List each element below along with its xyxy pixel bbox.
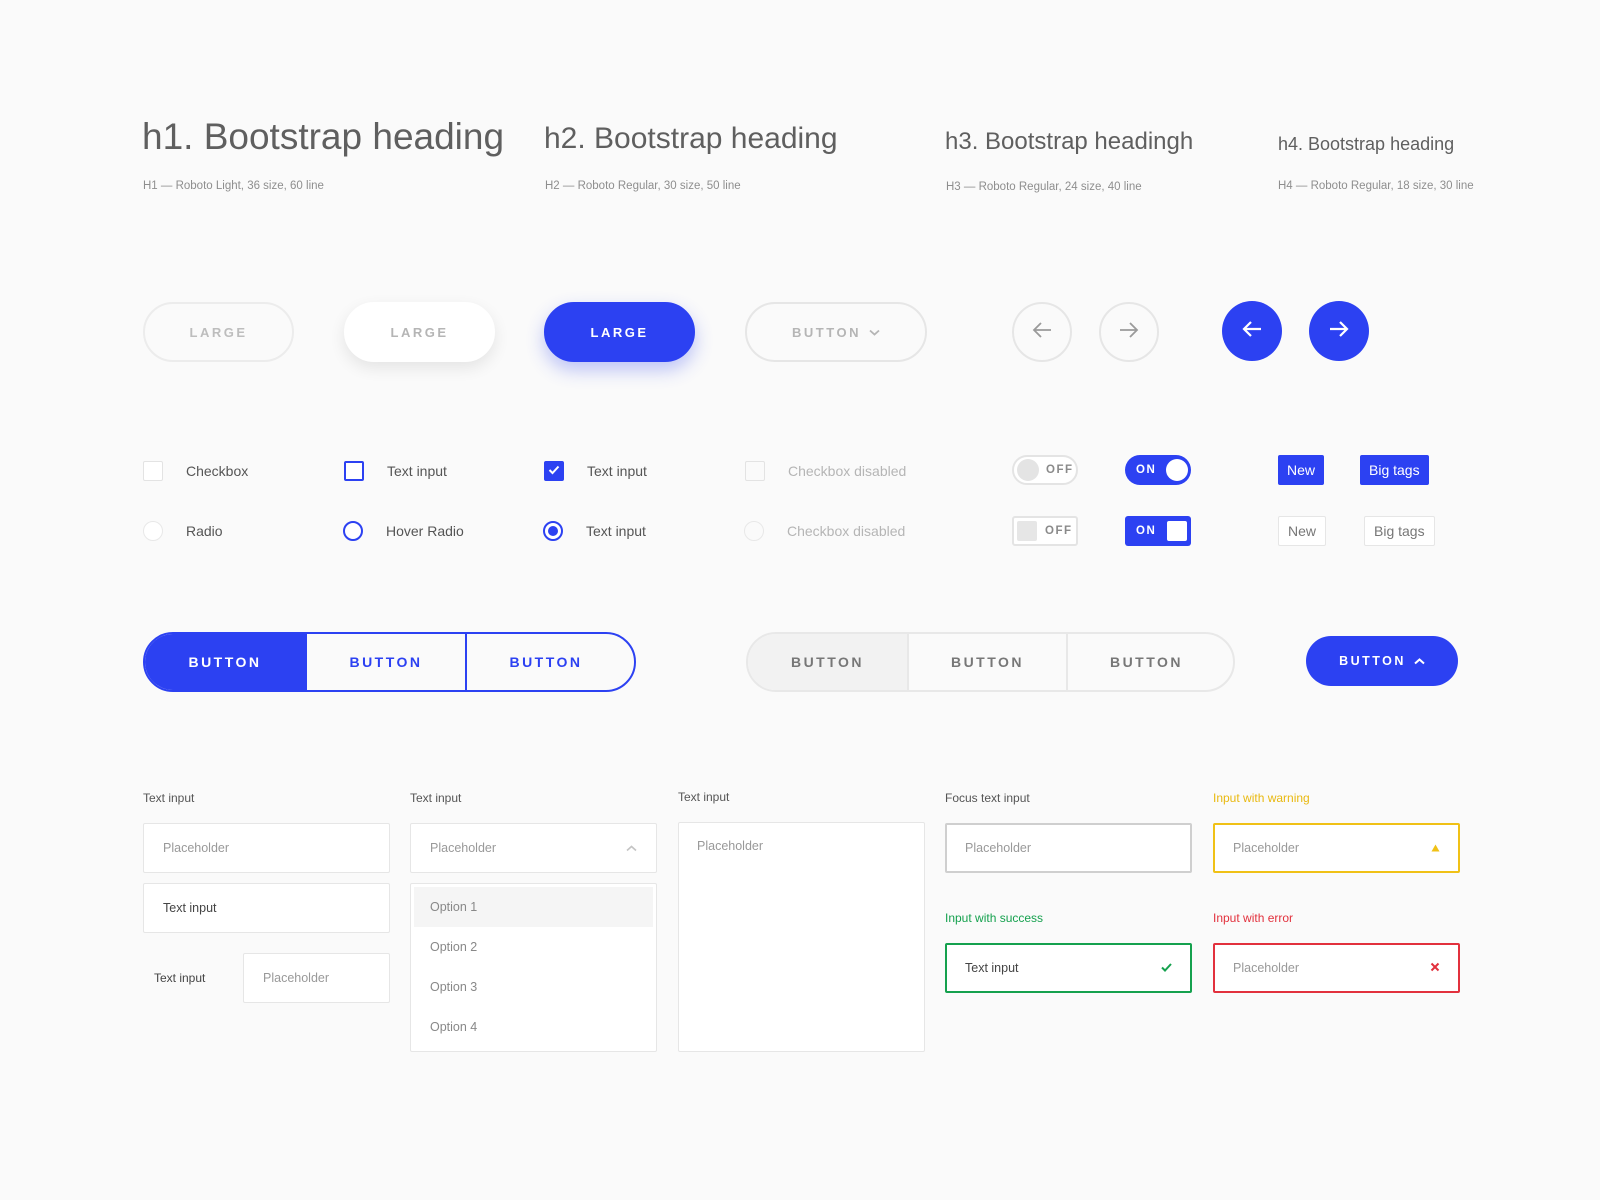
select-option[interactable]: Option 3 <box>414 967 653 1007</box>
textarea-label: Text input <box>678 790 730 804</box>
tag-big-filled[interactable]: Big tags <box>1360 455 1429 485</box>
chevron-up-icon <box>626 841 637 855</box>
toggle-knob <box>1167 521 1187 541</box>
toggle-off-round[interactable]: OFF <box>1012 455 1078 485</box>
select-option[interactable]: Option 1 <box>414 887 653 927</box>
checkbox-disabled <box>745 461 765 481</box>
h4-caption: H4 — Roboto Regular, 18 size, 30 line <box>1278 180 1474 192</box>
checkbox-hover-label: Text input <box>387 463 447 479</box>
checkbox-checked[interactable] <box>544 461 564 481</box>
toggle-on-label: ON <box>1136 464 1157 476</box>
error-input-placeholder: Placeholder <box>1233 961 1300 975</box>
toggle-knob <box>1166 459 1188 481</box>
checkbox-disabled-label: Checkbox disabled <box>788 463 907 479</box>
warning-triangle-icon <box>1431 841 1440 855</box>
checkbox-hover[interactable] <box>344 461 364 481</box>
segmented-secondary: BUTTON BUTTON BUTTON <box>746 632 1235 692</box>
segment-button-2[interactable]: BUTTON <box>907 634 1066 690</box>
text-input-filled[interactable]: Text input <box>143 883 390 933</box>
tag-new-filled[interactable]: New <box>1278 455 1325 485</box>
close-icon <box>1430 961 1440 975</box>
h3-caption: H3 — Roboto Regular, 24 size, 40 line <box>946 181 1142 193</box>
next-ghost-button[interactable] <box>1099 302 1159 362</box>
arrow-left-icon <box>1031 321 1053 344</box>
arrow-left-icon <box>1241 320 1263 343</box>
h2-heading: h2. Bootstrap heading <box>544 122 838 155</box>
success-text-input[interactable]: Text input <box>945 943 1192 993</box>
toggle-knob <box>1017 521 1037 541</box>
h3-heading: h3. Bootstrap headingh <box>945 128 1194 155</box>
dropdown-button-label: BUTTON <box>792 324 861 340</box>
segmented-primary: BUTTON BUTTON BUTTON <box>143 632 636 692</box>
large-primary-button[interactable]: LARGE <box>544 302 695 362</box>
focus-text-input[interactable]: Placeholder <box>945 823 1192 873</box>
prev-primary-button[interactable] <box>1222 301 1282 361</box>
error-text-input[interactable]: Placeholder <box>1213 943 1460 993</box>
toggle-knob <box>1017 459 1039 481</box>
next-primary-button[interactable] <box>1309 301 1369 361</box>
radio-label: Radio <box>186 523 223 539</box>
select-dropdown: Option 1 Option 2 Option 3 Option 4 <box>410 883 657 1052</box>
warning-input-placeholder: Placeholder <box>1233 841 1300 855</box>
dropdown-button[interactable]: BUTTON <box>745 302 927 362</box>
focus-input-label: Focus text input <box>945 791 1030 805</box>
toggle-off-label: OFF <box>1045 525 1073 537</box>
radio-disabled-label: Checkbox disabled <box>787 523 906 539</box>
h1-heading: h1. Bootstrap heading <box>142 116 505 157</box>
select-label: Text input <box>410 791 462 805</box>
h2-caption: H2 — Roboto Regular, 30 size, 50 line <box>545 180 741 192</box>
segment-button-3[interactable]: BUTTON <box>465 634 625 690</box>
toggle-on-round[interactable]: ON <box>1125 455 1191 485</box>
toggle-on-square[interactable]: ON <box>1125 516 1191 546</box>
radio-disabled <box>744 521 764 541</box>
warning-input-label: Input with warning <box>1213 791 1310 805</box>
radio[interactable] <box>143 521 163 541</box>
tag-new-outline[interactable]: New <box>1278 516 1327 546</box>
toggle-off-square[interactable]: OFF <box>1012 516 1078 546</box>
prev-ghost-button[interactable] <box>1012 302 1072 362</box>
checkmark-icon <box>548 462 560 480</box>
segment-button-3[interactable]: BUTTON <box>1066 634 1225 690</box>
text-input-placeholder[interactable]: Placeholder <box>143 823 390 873</box>
checkmark-icon <box>1161 961 1172 975</box>
checkbox-checked-label: Text input <box>587 463 647 479</box>
success-input-label: Input with success <box>945 911 1044 925</box>
success-input-value: Text input <box>965 961 1019 975</box>
toggle-off-label: OFF <box>1046 464 1074 476</box>
radio-hover-label: Hover Radio <box>386 523 464 539</box>
toggle-on-label: ON <box>1136 525 1157 537</box>
textarea[interactable]: Placeholder <box>678 822 925 1052</box>
inline-input-label: Text input <box>154 971 206 985</box>
dropup-button-label: BUTTON <box>1339 654 1406 668</box>
radio-checked-label: Text input <box>586 523 646 539</box>
h1-caption: H1 — Roboto Light, 36 size, 60 line <box>143 180 324 192</box>
select-option[interactable]: Option 4 <box>414 1007 653 1047</box>
segment-button-1[interactable]: BUTTON <box>145 634 305 690</box>
text-input-label: Text input <box>143 791 195 805</box>
radio-hover[interactable] <box>343 521 363 541</box>
select-option[interactable]: Option 2 <box>414 927 653 967</box>
large-white-button[interactable]: LARGE <box>344 302 495 362</box>
checkbox[interactable] <box>143 461 163 481</box>
radio-checked[interactable] <box>543 521 563 541</box>
select-placeholder: Placeholder <box>430 841 497 855</box>
checkbox-label: Checkbox <box>186 463 249 479</box>
large-ghost-button[interactable]: LARGE <box>143 302 294 362</box>
arrow-right-icon <box>1328 320 1350 343</box>
dropup-button[interactable]: BUTTON <box>1306 636 1458 686</box>
error-input-label: Input with error <box>1213 911 1294 925</box>
arrow-right-icon <box>1118 321 1140 344</box>
chevron-up-icon <box>1414 657 1425 665</box>
inline-text-input[interactable]: Placeholder <box>243 953 390 1003</box>
tag-big-outline[interactable]: Big tags <box>1364 516 1435 546</box>
select-input[interactable]: Placeholder <box>410 823 657 873</box>
segment-button-1[interactable]: BUTTON <box>748 634 907 690</box>
segment-button-2[interactable]: BUTTON <box>305 634 465 690</box>
warning-text-input[interactable]: Placeholder <box>1213 823 1460 873</box>
h4-heading: h4. Bootstrap heading <box>1278 134 1455 154</box>
chevron-down-icon <box>869 329 880 336</box>
